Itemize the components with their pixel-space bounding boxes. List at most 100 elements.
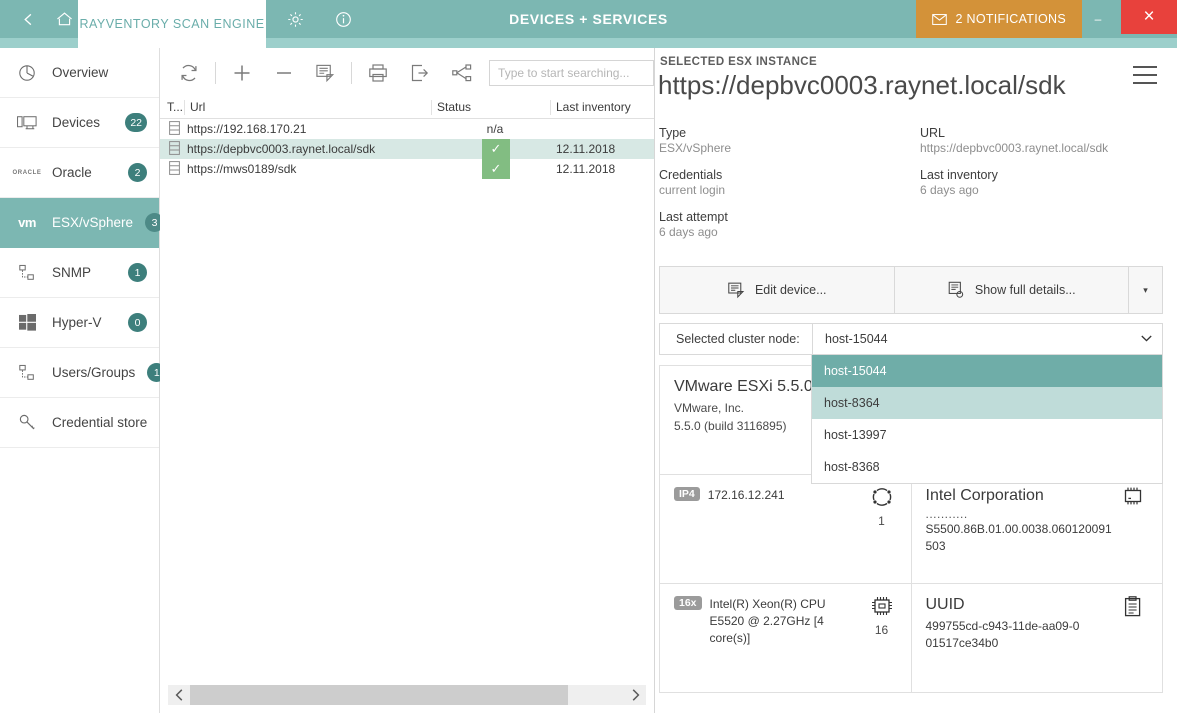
grid-column-header-url[interactable]: Url: [190, 100, 205, 114]
grid-column-header-last-inventory[interactable]: Last inventory: [556, 100, 631, 114]
grid-column-divider[interactable]: [550, 100, 551, 115]
sidebar-item-esx-vsphere[interactable]: vm ESX/vSphere 3: [0, 198, 159, 248]
meta-key: Type: [659, 126, 731, 140]
network-ring-icon: 1: [867, 487, 897, 528]
meta-value: current login: [659, 183, 731, 197]
card-cpu: 16x Intel(R) Xeon(R) CPU E5520 @ 2.27GHz…: [660, 584, 911, 692]
remove-button[interactable]: [263, 53, 305, 93]
envelope-icon: [932, 14, 947, 25]
card-ip-address: IP4 172.16.12.241: [660, 475, 911, 583]
app-tab-rayventory[interactable]: RAYVENTORY SCAN ENGINE: [78, 0, 266, 48]
refresh-button[interactable]: [168, 53, 210, 93]
card-uuid: UUID 499755cd-c943-11de-aa09-001517ce34b…: [911, 584, 1163, 692]
chevron-left-icon: [175, 689, 184, 701]
edit-device-button[interactable]: Edit device...: [660, 267, 894, 313]
scrollbar-track[interactable]: [190, 685, 624, 705]
minimize-button[interactable]: –: [1083, 0, 1113, 38]
meta-value: 6 days ago: [659, 225, 731, 239]
search-input[interactable]: [498, 66, 653, 80]
cpu-count-badge: 16x: [674, 596, 702, 610]
sidebar-item-label: Overview: [52, 65, 159, 80]
server-icon: [169, 141, 180, 158]
edit-document-icon: [315, 63, 336, 83]
card-icon-count: 16: [867, 623, 897, 637]
devices-list-pane: T... Url Status Last inventory https://1…: [160, 48, 655, 713]
grid-column-header-type[interactable]: T...: [167, 100, 183, 114]
share-button[interactable]: [441, 53, 483, 93]
scrollbar-thumb[interactable]: [190, 685, 568, 705]
chip-icon: [1118, 487, 1148, 510]
row-last-inventory: 12.11.2018: [556, 162, 615, 176]
pie-chart-icon: [14, 62, 40, 84]
meta-key: Last attempt: [659, 210, 731, 224]
uuid-value: 499755cd-c943-11de-aa09-001517ce34b0: [926, 618, 1086, 653]
sidebar-item-users-groups[interactable]: Users/Groups 1: [0, 348, 159, 398]
detail-kicker: SELECTED ESX INSTANCE: [660, 56, 817, 68]
minimize-label: –: [1095, 12, 1102, 26]
sidebar-badge: 2: [128, 163, 147, 182]
grid-column-divider[interactable]: [431, 100, 432, 115]
share-nodes-icon: [452, 63, 472, 83]
row-url: https://mws0189/sdk: [187, 162, 296, 176]
sidebar-item-label: Credential store: [52, 415, 159, 430]
meta-value: ESX/vSphere: [659, 141, 731, 155]
settings-button[interactable]: [271, 0, 319, 38]
row-status: ✓: [482, 139, 510, 159]
actions-dropdown-button[interactable]: ▾: [1128, 267, 1162, 313]
meta-key: Credentials: [659, 168, 731, 182]
grid-header: T... Url Status Last inventory: [160, 97, 654, 119]
sidebar-item-hyper-v[interactable]: Hyper-V 0: [0, 298, 159, 348]
table-row[interactable]: https://depbvc0003.raynet.local/sdk ✓ 12…: [160, 139, 654, 159]
sidebar-badge: 22: [125, 113, 147, 132]
card-bios-vendor: Intel Corporation ........... S5500.86B.…: [911, 475, 1163, 583]
sidebar-item-label: Devices: [52, 115, 113, 130]
bios-version-value: S5500.86B.01.00.0038.060120091503: [926, 521, 1116, 556]
table-row[interactable]: https://192.168.170.21 n/a: [160, 119, 654, 139]
row-last-inventory: 12.11.2018: [556, 142, 615, 156]
chevron-right-icon: [631, 689, 640, 701]
cpu-model-value: Intel(R) Xeon(R) CPU E5520 @ 2.27GHz [4 …: [710, 596, 860, 646]
sidebar-badge: 1: [128, 263, 147, 282]
grid-column-header-status[interactable]: Status: [437, 100, 471, 114]
close-button[interactable]: ×: [1121, 0, 1177, 34]
sidebar-item-devices[interactable]: Devices 22: [0, 98, 159, 148]
dropdown-option[interactable]: host-13997: [812, 419, 1162, 451]
notifications-button[interactable]: 2 NOTIFICATIONS: [916, 0, 1082, 38]
row-status: n/a: [475, 119, 515, 139]
dropdown-option[interactable]: host-8368: [812, 451, 1162, 483]
sidebar-item-credential-store[interactable]: Credential store: [0, 398, 159, 448]
network-icon: [14, 262, 40, 284]
info-button[interactable]: [319, 0, 367, 38]
sidebar-item-snmp[interactable]: SNMP 1: [0, 248, 159, 298]
meta-key: Last inventory: [920, 168, 1108, 182]
cluster-node-dropdown[interactable]: host-15044 host-8364 host-13997 host-836…: [811, 355, 1163, 484]
row-status: ✓: [482, 159, 510, 179]
dropdown-option[interactable]: host-15044: [812, 355, 1162, 387]
grid-column-divider[interactable]: [184, 100, 185, 115]
meta-value: https://depbvc0003.raynet.local/sdk: [920, 141, 1108, 155]
print-button[interactable]: [357, 53, 399, 93]
search-box[interactable]: [489, 60, 654, 86]
scroll-left-button[interactable]: [168, 685, 190, 705]
dropdown-option[interactable]: host-8364: [812, 387, 1162, 419]
edit-button[interactable]: [305, 53, 347, 93]
server-icon: [169, 161, 180, 178]
refresh-icon: [179, 63, 199, 83]
show-full-details-button[interactable]: Show full details...: [894, 267, 1129, 313]
cluster-node-row: Selected cluster node: host-15044: [659, 323, 1163, 355]
sidebar-item-overview[interactable]: Overview: [0, 48, 159, 98]
export-button[interactable]: [399, 53, 441, 93]
horizontal-scrollbar[interactable]: [168, 685, 646, 705]
scroll-right-button[interactable]: [624, 685, 646, 705]
sidebar-item-oracle[interactable]: ORACLE Oracle 2: [0, 148, 159, 198]
toolbar-separator: [215, 62, 216, 84]
table-row[interactable]: https://mws0189/sdk ✓ 12.11.2018: [160, 159, 654, 179]
ip-address-value: 172.16.12.241: [708, 487, 785, 504]
meta-key: URL: [920, 126, 1108, 140]
hamburger-menu-icon[interactable]: [1133, 66, 1157, 84]
cluster-node-select[interactable]: host-15044: [812, 324, 1162, 354]
oracle-icon: ORACLE: [14, 162, 40, 184]
detail-pane: SELECTED ESX INSTANCE https://depbvc0003…: [656, 48, 1177, 713]
add-button[interactable]: [221, 53, 263, 93]
card-row: 16x Intel(R) Xeon(R) CPU E5520 @ 2.27GHz…: [659, 583, 1163, 693]
